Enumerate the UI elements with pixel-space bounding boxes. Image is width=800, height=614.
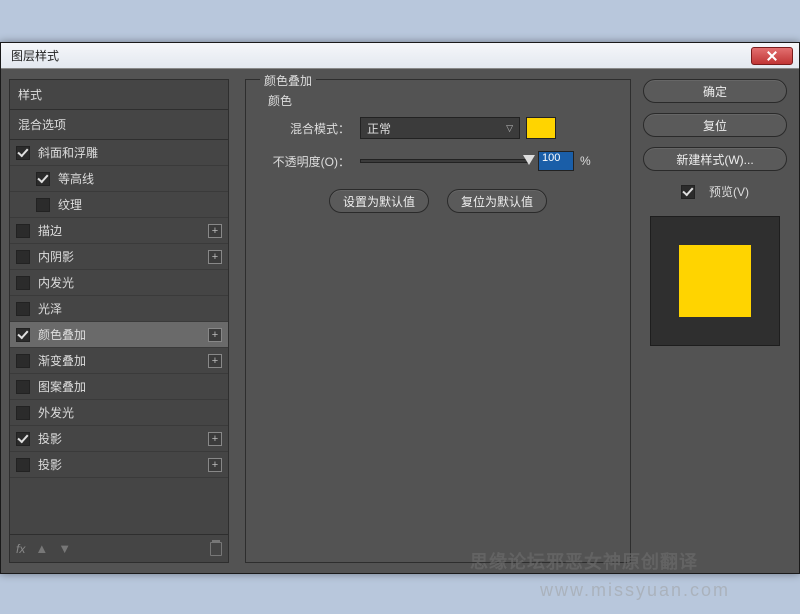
preview-label: 预览(V) — [709, 183, 749, 200]
style-row[interactable]: 外发光 — [10, 400, 228, 426]
style-checkbox[interactable] — [16, 146, 30, 160]
style-checkbox[interactable] — [16, 406, 30, 420]
layer-style-dialog: 图层样式 样式 混合选项 斜面和浮雕等高线纹理描边+内阴影+内发光光泽颜色叠加+… — [0, 42, 800, 574]
sidebar: 样式 混合选项 斜面和浮雕等高线纹理描边 + 内阴影 + 内发光光泽颜色叠加 + 渐变叠加 +… — [1, 69, 237, 573]
arrow-down-icon[interactable]: ▼ — [58, 541, 71, 556]
plus-icon[interactable]: + — [208, 432, 222, 446]
ok-button[interactable]: 确定 — [643, 79, 787, 103]
style-row[interactable]: 图案叠加 — [10, 374, 228, 400]
style-row[interactable]: 描边 + — [10, 218, 228, 244]
style-row[interactable]: 等高线 — [10, 166, 228, 192]
style-label: 纹理 — [58, 196, 82, 213]
styles-panel: 样式 混合选项 斜面和浮雕等高线纹理描边 + 内阴影 + 内发光光泽颜色叠加 + 渐变叠加 +… — [9, 79, 229, 563]
style-row[interactable]: 颜色叠加 + — [10, 322, 228, 348]
style-row[interactable]: 光泽 — [10, 296, 228, 322]
style-checkbox[interactable] — [16, 432, 30, 446]
color-sublabel: 颜色 — [268, 92, 616, 109]
style-checkbox[interactable] — [16, 302, 30, 316]
blend-mode-select[interactable]: 正常 ▽ — [360, 117, 520, 139]
plus-icon[interactable]: + — [208, 250, 222, 264]
style-row[interactable]: 斜面和浮雕 — [10, 140, 228, 166]
center-panel: 颜色叠加 颜色 混合模式： 正常 ▽ 不透明度(O)： 100 — [237, 69, 639, 573]
plus-icon[interactable]: + — [208, 354, 222, 368]
new-style-button[interactable]: 新建样式(W)... — [643, 147, 787, 171]
blend-mode-label: 混合模式： — [260, 120, 360, 137]
style-row[interactable]: 渐变叠加 + — [10, 348, 228, 374]
style-label: 描边 — [38, 222, 62, 239]
style-row[interactable]: 内发光 — [10, 270, 228, 296]
style-label: 光泽 — [38, 300, 62, 317]
group-title: 颜色叠加 — [260, 72, 316, 89]
opacity-slider[interactable] — [360, 159, 530, 163]
style-row[interactable]: 内阴影 + — [10, 244, 228, 270]
style-label: 渐变叠加 — [38, 352, 86, 369]
style-label: 投影 — [38, 430, 62, 447]
watermark-text-2: www.missyuan.com — [540, 580, 730, 601]
close-button[interactable] — [751, 47, 793, 65]
preview-row[interactable]: 预览(V) — [643, 183, 787, 200]
style-label: 图案叠加 — [38, 378, 86, 395]
style-checkbox[interactable] — [16, 250, 30, 264]
style-row[interactable]: 投影 + — [10, 426, 228, 452]
style-list: 斜面和浮雕等高线纹理描边 + 内阴影 + 内发光光泽颜色叠加 + 渐变叠加 + 图案叠加外发光投… — [10, 140, 228, 534]
blend-mode-value: 正常 — [367, 120, 391, 137]
preview-square — [679, 245, 751, 317]
styles-header[interactable]: 样式 — [10, 80, 228, 110]
slider-thumb-icon[interactable] — [523, 155, 535, 165]
style-checkbox[interactable] — [16, 354, 30, 368]
style-checkbox[interactable] — [16, 276, 30, 290]
plus-icon[interactable]: + — [208, 328, 222, 342]
preview-box — [650, 216, 780, 346]
dialog-body: 样式 混合选项 斜面和浮雕等高线纹理描边+内阴影+内发光光泽颜色叠加+渐变叠加+… — [1, 69, 799, 573]
trash-icon[interactable] — [210, 542, 222, 556]
close-icon — [767, 51, 777, 61]
set-default-button[interactable]: 设置为默认值 — [329, 189, 429, 213]
style-label: 内发光 — [38, 274, 74, 291]
plus-icon[interactable]: + — [208, 224, 222, 238]
chevron-down-icon: ▽ — [506, 123, 513, 134]
opacity-input[interactable]: 100 — [538, 151, 574, 171]
style-checkbox[interactable] — [16, 328, 30, 342]
style-label: 投影 — [38, 456, 62, 473]
watermark-text-1: 思缘论坛邪恶女神原创翻译 — [470, 548, 698, 574]
opacity-label: 不透明度(O)： — [260, 153, 360, 170]
color-overlay-group: 颜色叠加 颜色 混合模式： 正常 ▽ 不透明度(O)： 100 — [245, 79, 631, 563]
preview-checkbox[interactable] — [681, 185, 695, 199]
style-label: 颜色叠加 — [38, 326, 86, 343]
style-checkbox[interactable] — [16, 458, 30, 472]
style-checkbox[interactable] — [36, 172, 50, 186]
reset-default-button[interactable]: 复位为默认值 — [447, 189, 547, 213]
titlebar[interactable]: 图层样式 — [1, 43, 799, 69]
fx-label[interactable]: fx — [16, 542, 25, 556]
default-buttons-row: 设置为默认值 复位为默认值 — [260, 189, 616, 213]
plus-icon[interactable]: + — [208, 458, 222, 472]
arrow-up-icon[interactable]: ▲ — [35, 541, 48, 556]
blend-options-row[interactable]: 混合选项 — [10, 110, 228, 140]
style-label: 外发光 — [38, 404, 74, 421]
style-checkbox[interactable] — [16, 224, 30, 238]
style-checkbox[interactable] — [36, 198, 50, 212]
style-row[interactable]: 纹理 — [10, 192, 228, 218]
right-panel: 确定 复位 新建样式(W)... 预览(V) — [639, 69, 799, 573]
sidebar-footer: fx ▲ ▼ — [10, 534, 228, 562]
style-label: 内阴影 — [38, 248, 74, 265]
style-checkbox[interactable] — [16, 380, 30, 394]
style-label: 等高线 — [58, 170, 94, 187]
color-swatch[interactable] — [526, 117, 556, 139]
blend-mode-row: 混合模式： 正常 ▽ — [260, 117, 616, 139]
style-label: 斜面和浮雕 — [38, 144, 98, 161]
opacity-unit: % — [580, 154, 591, 168]
style-row[interactable]: 投影 + — [10, 452, 228, 478]
opacity-row: 不透明度(O)： 100 % — [260, 151, 616, 171]
cancel-button[interactable]: 复位 — [643, 113, 787, 137]
window-title: 图层样式 — [7, 47, 59, 64]
